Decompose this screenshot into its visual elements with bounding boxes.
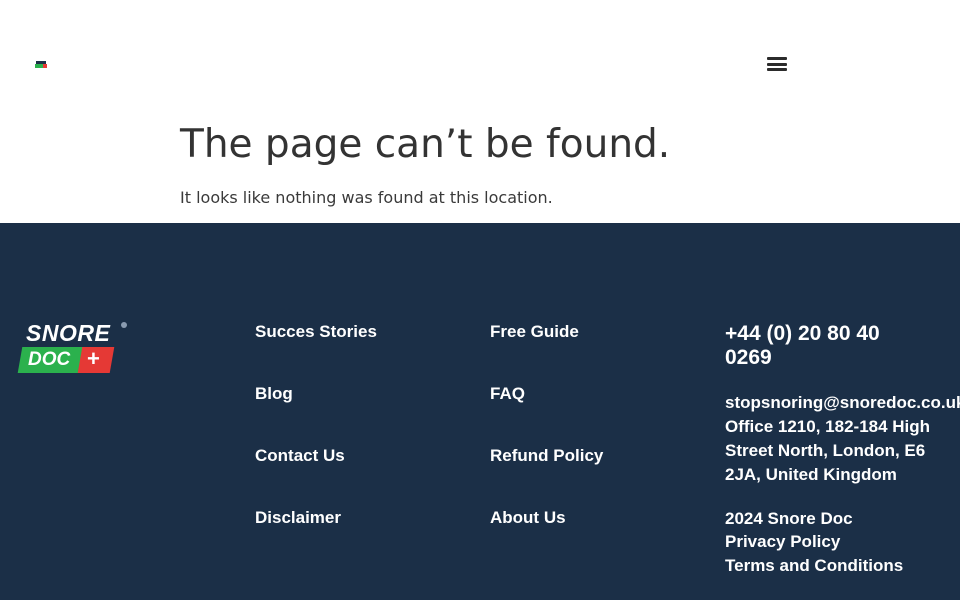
phone-link[interactable]: +44 (0) 20 80 40 0269: [725, 322, 925, 370]
footer-link-about-us[interactable]: About Us: [490, 507, 603, 529]
footer-link-blog[interactable]: Blog: [255, 383, 377, 405]
menu-line: [767, 68, 787, 71]
hamburger-menu-icon[interactable]: [765, 54, 789, 74]
not-found-section: The page can’t be found. It looks like n…: [180, 120, 880, 208]
plus-icon: +: [87, 346, 100, 371]
menu-line: [767, 57, 787, 60]
footer-link-contact-us[interactable]: Contact Us: [255, 445, 377, 467]
footer-logo[interactable]: SNORE DOC +: [17, 320, 132, 377]
footer-contact: +44 (0) 20 80 40 0269 stopsnoring@snored…: [725, 322, 960, 578]
logo-bar-red: [43, 64, 47, 68]
menu-line: [767, 62, 787, 66]
not-found-message: It looks like nothing was found at this …: [180, 188, 553, 207]
logo-bar-green: [35, 64, 43, 68]
copyright-text: 2024 Snore Doc: [725, 509, 853, 528]
registered-mark-icon: [121, 322, 127, 328]
site-header: [0, 0, 960, 110]
logo-word-snore: SNORE: [26, 320, 111, 346]
site-footer: SNORE DOC + Succes Stories Blog Contact …: [0, 223, 960, 600]
email-link[interactable]: stopsnoring@snoredoc.co.uk: [725, 391, 960, 415]
footer-link-success-stories[interactable]: Succes Stories: [255, 321, 377, 343]
footer-link-faq[interactable]: FAQ: [490, 383, 603, 405]
footer-link-refund-policy[interactable]: Refund Policy: [490, 445, 603, 467]
footer-links-column-2: Free Guide FAQ Refund Policy About Us: [490, 321, 603, 569]
office-address: Office 1210, 182-184 High Street North, …: [725, 417, 931, 484]
terms-link[interactable]: Terms and Conditions: [725, 554, 960, 578]
footer-links-column-1: Succes Stories Blog Contact Us Disclaime…: [255, 321, 377, 569]
footer-link-free-guide[interactable]: Free Guide: [490, 321, 603, 343]
footer-link-disclaimer[interactable]: Disclaimer: [255, 507, 377, 529]
logo-word-doc: DOC: [28, 349, 71, 370]
site-logo[interactable]: [35, 61, 47, 68]
privacy-policy-link[interactable]: Privacy Policy: [725, 530, 960, 554]
page-title: The page can’t be found.: [180, 122, 671, 167]
